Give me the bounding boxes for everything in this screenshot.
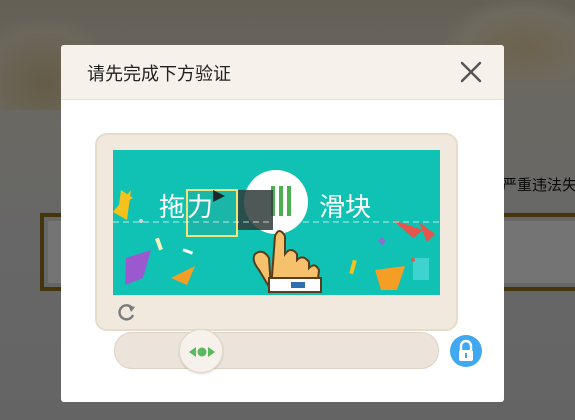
captcha-modal: 请先完成下方验证 拖动 滑块 力 [61, 45, 504, 402]
captcha-illustration: 拖动 滑块 力 [113, 170, 440, 293]
slider-track[interactable] [114, 332, 439, 369]
close-button[interactable] [458, 59, 484, 85]
modal-header: 请先完成下方验证 [61, 45, 504, 100]
modal-title: 请先完成下方验证 [87, 64, 231, 85]
refresh-button[interactable] [117, 303, 137, 323]
arrows-left-right-icon [189, 347, 215, 357]
puzzle-piece[interactable]: 力 [186, 189, 238, 237]
captcha-image: 拖动 滑块 力 [113, 150, 440, 295]
hand-pointer-icon [252, 230, 322, 293]
captcha-text-right: 滑块 [319, 193, 371, 223]
slider-handle[interactable] [179, 329, 223, 373]
svg-text:力: 力 [187, 193, 213, 223]
refresh-icon [118, 304, 135, 321]
captcha-panel: 拖动 滑块 力 [95, 133, 458, 331]
close-icon [460, 61, 482, 83]
lock-icon [450, 335, 482, 367]
